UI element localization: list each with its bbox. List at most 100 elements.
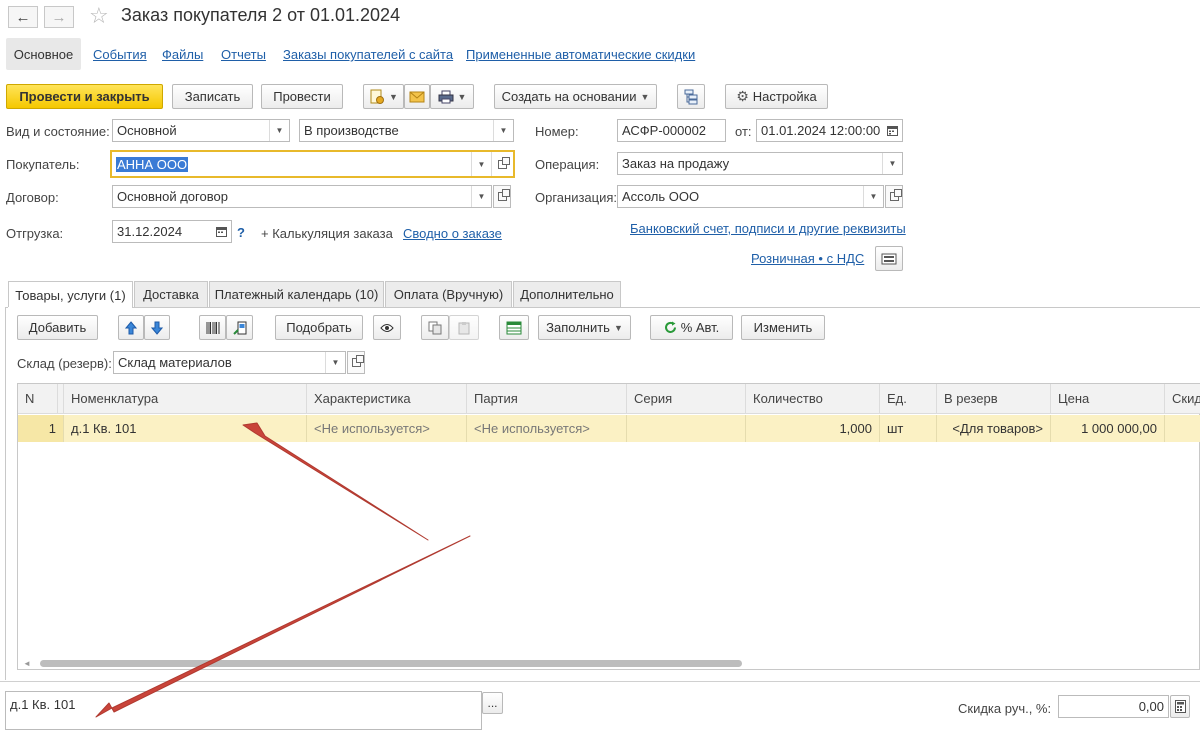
move-up-button[interactable] xyxy=(118,315,144,340)
calendar-icon[interactable] xyxy=(882,120,902,141)
copy-button[interactable] xyxy=(421,315,449,340)
calendar-icon[interactable] xyxy=(211,221,231,242)
data-collection-button[interactable] xyxy=(226,315,253,340)
column-header-label: Номенклатура xyxy=(71,391,159,406)
table-cell-batch[interactable]: <Не используется> xyxy=(467,415,627,442)
scroll-left-icon[interactable]: ◄ xyxy=(23,659,31,668)
column-header-series[interactable]: Серия xyxy=(627,384,746,414)
chevron-down-icon[interactable]: ▼ xyxy=(471,152,491,176)
hierarchy-icon xyxy=(684,89,698,104)
organization-value: Ассоль ООО xyxy=(622,189,700,204)
auto-discount-button[interactable]: % Авт. xyxy=(650,315,733,340)
open-icon xyxy=(351,355,364,367)
post-button[interactable]: Провести xyxy=(261,84,343,109)
order-summary-link[interactable]: Сводно о заказе xyxy=(403,226,502,241)
goods-table[interactable]: N Номенклатура Характеристика Партия Сер… xyxy=(17,383,1200,670)
open-icon[interactable] xyxy=(491,152,513,176)
calculation-button[interactable]: + Калькуляция заказа xyxy=(261,226,393,241)
create-based-on-button[interactable]: Создать на основании ▼ xyxy=(494,84,657,109)
section-reports[interactable]: Отчеты xyxy=(221,47,266,62)
kind-select[interactable]: Основной ▼ xyxy=(112,119,290,142)
date-field[interactable]: 01.01.2024 12:00:00 xyxy=(756,119,903,142)
scrollbar-thumb[interactable] xyxy=(40,660,742,667)
totals-button[interactable] xyxy=(875,246,903,271)
table-cell-characteristic[interactable]: <Не используется> xyxy=(307,415,467,442)
section-web-orders[interactable]: Заказы покупателей с сайта xyxy=(283,47,453,62)
organization-field[interactable]: Ассоль ООО ▼ xyxy=(617,185,884,208)
buyer-field[interactable]: АННА ООО ▼ xyxy=(110,150,515,178)
tab-delivery[interactable]: Доставка xyxy=(134,281,208,307)
horizontal-scrollbar[interactable] xyxy=(38,660,1200,667)
number-label: Номер: xyxy=(535,124,579,139)
table-cell-reserve[interactable]: <Для товаров> xyxy=(937,415,1051,442)
number-field[interactable]: АСФР-000002 xyxy=(617,119,726,142)
tab-goods-services[interactable]: Товары, услуги (1) xyxy=(8,281,133,308)
section-auto-discounts[interactable]: Примененные автоматические скидки xyxy=(466,47,695,62)
table-cell-n[interactable]: 1 xyxy=(18,415,64,442)
pick-button[interactable]: Подобрать xyxy=(275,315,363,340)
column-header-unit[interactable]: Ед. xyxy=(880,384,937,414)
comment-field[interactable]: д.1 Кв. 101 xyxy=(5,691,482,730)
section-events[interactable]: События xyxy=(93,47,147,62)
structure-button[interactable] xyxy=(677,84,705,109)
tab-payment-calendar[interactable]: Платежный календарь (10) xyxy=(209,281,384,307)
organization-open-button[interactable] xyxy=(885,185,903,208)
change-button[interactable]: Изменить xyxy=(741,315,825,340)
contract-field[interactable]: Основной договор ▼ xyxy=(112,185,492,208)
scanner-icon xyxy=(232,321,246,335)
back-button[interactable]: ← xyxy=(8,6,38,28)
column-header-characteristic[interactable]: Характеристика xyxy=(307,384,467,414)
settings-button[interactable]: ⚙ Настройка xyxy=(725,84,828,109)
table-cell-price[interactable]: 1 000 000,00 xyxy=(1051,415,1165,442)
column-header-batch[interactable]: Партия xyxy=(467,384,627,414)
move-down-button[interactable] xyxy=(144,315,170,340)
operation-select[interactable]: Заказ на продажу ▼ xyxy=(617,152,903,175)
manual-discount-field[interactable]: 0,00 xyxy=(1058,695,1169,718)
fill-button[interactable]: Заполнить ▼ xyxy=(538,315,631,340)
column-header-item[interactable]: Номенклатура xyxy=(64,384,307,414)
comment-expand-button[interactable]: ... xyxy=(482,692,503,714)
print-button[interactable]: ▼ xyxy=(430,84,474,109)
table-cell-quantity[interactable]: 1,000 xyxy=(746,415,880,442)
state-select[interactable]: В производстве ▼ xyxy=(299,119,514,142)
warehouse-field[interactable]: Склад материалов ▼ xyxy=(113,351,346,374)
column-header-reserve[interactable]: В резерв xyxy=(937,384,1051,414)
section-main[interactable]: Основное xyxy=(6,38,81,70)
paste-button[interactable] xyxy=(449,315,479,340)
table-cell-unit[interactable]: шт xyxy=(880,415,937,442)
star-icon[interactable]: ☆ xyxy=(89,3,109,29)
post-and-close-label: Провести и закрыть xyxy=(19,89,150,104)
column-header-price[interactable]: Цена xyxy=(1051,384,1165,414)
envelope-icon xyxy=(409,91,425,102)
bank-details-link[interactable]: Банковский счет, подписи и другие реквиз… xyxy=(630,221,906,236)
view-button[interactable] xyxy=(373,315,401,340)
arrow-down-icon xyxy=(151,321,163,335)
help-icon[interactable]: ? xyxy=(237,225,245,240)
column-header-label: N xyxy=(25,391,35,406)
table-cell-series[interactable] xyxy=(627,415,746,442)
barcode-button[interactable] xyxy=(199,315,226,340)
tab-payment[interactable]: Оплата (Вручную) xyxy=(385,281,512,307)
tab-additional[interactable]: Дополнительно xyxy=(513,281,621,307)
forward-button[interactable]: → xyxy=(44,6,74,28)
discount-calc-button[interactable] xyxy=(1170,695,1190,718)
contract-open-button[interactable] xyxy=(493,185,511,208)
column-header-discount[interactable]: Скид xyxy=(1165,384,1200,414)
vat-mode-link[interactable]: Розничная • с НДС xyxy=(751,251,864,266)
warehouse-open-button[interactable] xyxy=(347,351,365,374)
add-row-button[interactable]: Добавить xyxy=(17,315,98,340)
shipment-date-field[interactable]: 31.12.2024 xyxy=(112,220,232,243)
row-unit: шт xyxy=(887,421,904,436)
table-settings-button[interactable] xyxy=(499,315,529,340)
paste-icon xyxy=(458,321,470,334)
manual-discount-label: Скидка руч., %: xyxy=(958,701,1052,716)
email-button[interactable] xyxy=(404,84,430,109)
table-cell-discount[interactable] xyxy=(1165,415,1200,442)
print-forms-button[interactable]: ▼ xyxy=(363,84,404,109)
section-files[interactable]: Файлы xyxy=(162,47,203,62)
column-header-quantity[interactable]: Количество xyxy=(746,384,880,414)
column-header-n[interactable]: N xyxy=(18,384,58,414)
table-cell-item[interactable]: д.1 Кв. 101 xyxy=(64,415,307,442)
post-and-close-button[interactable]: Провести и закрыть xyxy=(6,84,163,109)
save-button[interactable]: Записать xyxy=(172,84,253,109)
